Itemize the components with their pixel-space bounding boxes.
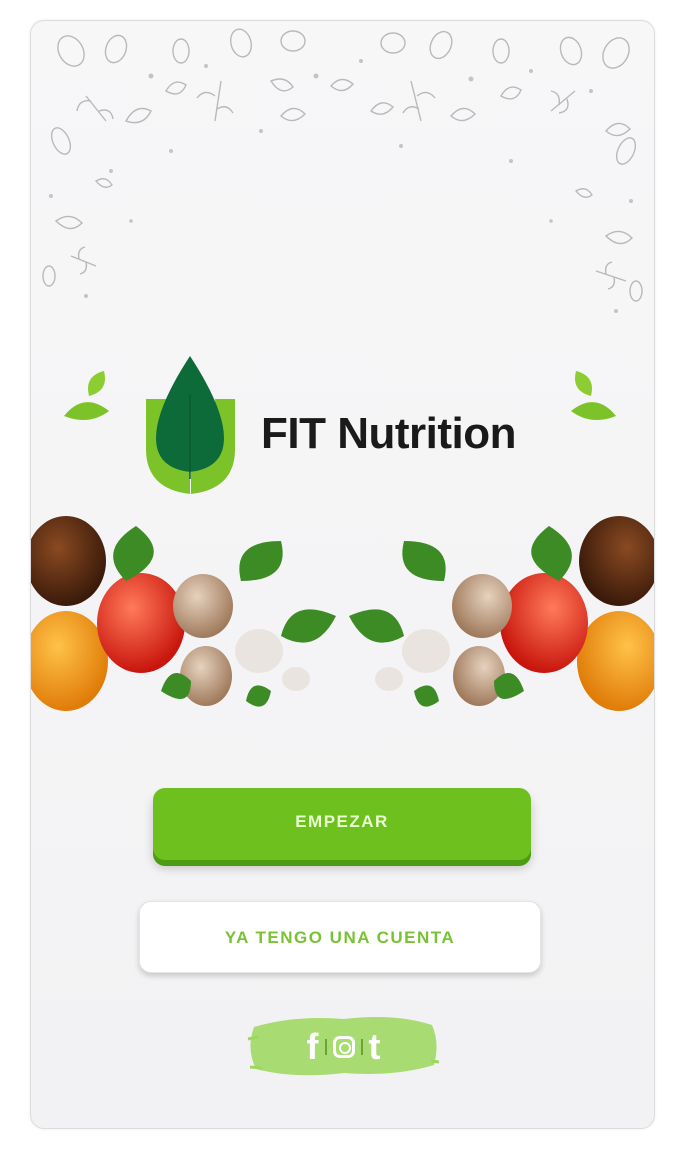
app-screen: FIT Nutrition EMPEZAR YA TENGO UNA CUENT… (30, 20, 655, 1129)
leaf-drop-logo-icon (146, 356, 235, 494)
brand-name: FIT Nutrition (261, 409, 517, 458)
leaf-sprout-left-icon (64, 371, 109, 420)
start-button[interactable]: EMPEZAR (153, 788, 531, 860)
divider (324, 1038, 327, 1055)
login-button[interactable]: YA TENGO UNA CUENTA (139, 901, 541, 973)
brand-logo-row: FIT Nutrition (31, 351, 654, 511)
facebook-icon[interactable]: f (307, 1028, 319, 1065)
vegetables-banner-image (31, 516, 654, 711)
leaf-sprout-right-icon (571, 371, 616, 420)
leaf-doodle-pattern (42, 28, 643, 313)
divider (360, 1038, 363, 1055)
social-links: f t (246, 1009, 441, 1084)
instagram-icon[interactable] (332, 1035, 355, 1058)
tumblr-icon[interactable]: t (369, 1028, 381, 1065)
